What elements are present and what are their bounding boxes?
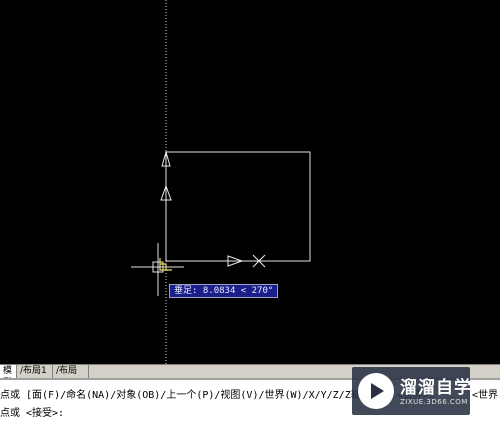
tab-layout2[interactable]: /布局2/: [53, 365, 89, 388]
drawing-canvas[interactable]: 垂足: 8.0834 < 270°: [0, 0, 500, 364]
watermark-title: 溜溜自学: [400, 378, 472, 398]
watermark-url: ZIXUE.3D66.COM: [400, 398, 468, 406]
watermark-logo: 溜溜自学 ZIXUE.3D66.COM: [352, 367, 472, 415]
drawn-rectangle: [166, 151, 311, 262]
play-logo-icon: [358, 373, 394, 409]
tab-layout1-label: 布局1: [23, 366, 47, 376]
dynamic-input-value: 8.0834 < 270°: [202, 286, 274, 296]
drawing-svg: [131, 0, 311, 364]
dynamic-input-label: 垂足: [174, 286, 193, 296]
command-history-tail: <世界: [472, 388, 500, 404]
tab-model[interactable]: 模型: [0, 365, 17, 388]
tab-layout1[interactable]: /布局1: [17, 365, 53, 378]
dynamic-input-tooltip: 垂足: 8.0834 < 270°: [169, 284, 279, 298]
